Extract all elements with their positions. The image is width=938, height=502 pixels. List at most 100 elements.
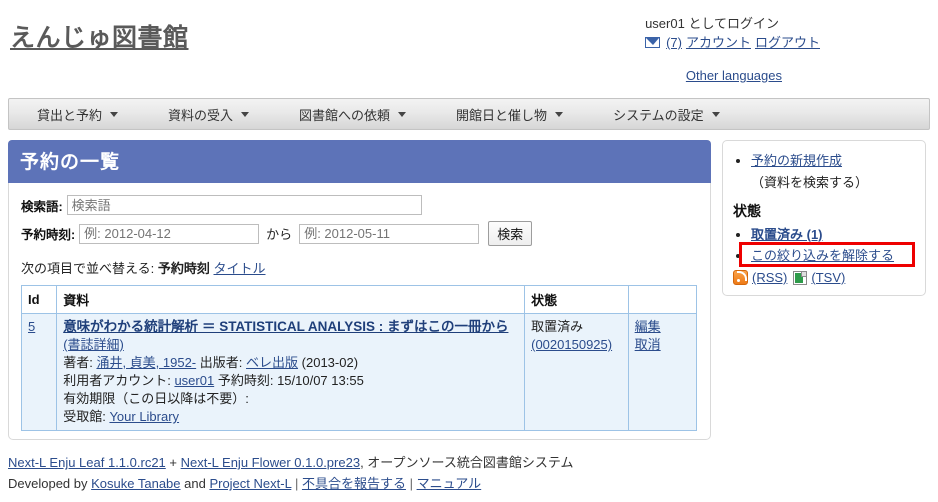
sidebar-item-new-reservation[interactable]: 予約の新規作成	[751, 151, 915, 170]
search-date-row: 予約時刻: から 検索	[21, 221, 698, 246]
account-label: 利用者アカウント:	[63, 373, 171, 388]
state-filter-link[interactable]: 取置済み (1)	[751, 227, 823, 242]
reserved-at-value: 15/10/07 13:55	[277, 373, 364, 388]
nav-item-label: システムの設定	[613, 107, 704, 123]
nav-item-calendar-events[interactable]: 開館日と催し物	[456, 105, 585, 124]
page-body: 予約の一覧 検索語: 予約時刻: から 検索 次の項目で並べ替える: 予約時刻 …	[0, 140, 938, 440]
nav-item-circulation[interactable]: 貸出と予約	[37, 105, 140, 124]
reserved-datetime-label: 予約時刻:	[21, 228, 76, 242]
footer-plus: +	[165, 455, 181, 470]
new-reservation-link[interactable]: 予約の新規作成	[751, 153, 842, 168]
cell-id: 5	[20, 313, 58, 431]
footer-credits-line: Developed by Kosuke Tanabe and Project N…	[8, 473, 928, 494]
clear-filter-link[interactable]: この絞り込みを解除する	[751, 248, 894, 263]
bug-report-link[interactable]: 不具合を報告する	[302, 476, 406, 491]
sort-prefix-label: 次の項目で並べ替える:	[21, 261, 155, 276]
nav-item-system-settings[interactable]: システムの設定	[613, 105, 742, 124]
feed-links-row: (RSS) (TSV)	[733, 270, 915, 285]
chevron-down-icon	[711, 111, 720, 117]
status-badge: 取置済み	[531, 319, 584, 334]
account-link[interactable]: アカウント	[686, 33, 751, 52]
footer-separator: |	[405, 476, 417, 491]
cell-material: 意味がわかる統計解析 ＝ STATISTICAL ANALYSIS : まずはこ…	[56, 313, 526, 431]
footer-and: and	[180, 476, 210, 491]
date-from-input[interactable]	[79, 223, 260, 244]
logout-link[interactable]: ログアウト	[755, 33, 820, 52]
developer-link[interactable]: Kosuke Tanabe	[91, 476, 180, 491]
sort-controls: 次の項目で並べ替える: 予約時刻 タイトル	[9, 252, 710, 285]
search-query-label: 検索語:	[21, 199, 63, 214]
nav-item-label: 資料の受入	[168, 107, 234, 123]
chevron-down-icon	[398, 111, 407, 117]
column-header-material: 資料	[56, 285, 526, 314]
rss-link[interactable]: (RSS)	[752, 270, 787, 285]
edit-link[interactable]: 編集	[635, 318, 690, 336]
author-label: 著者:	[63, 355, 93, 370]
nav-item-label: 開館日と催し物	[456, 107, 548, 123]
enju-flower-link[interactable]: Next-L Enju Flower 0.1.0.pre23	[181, 455, 360, 470]
manual-link[interactable]: マニュアル	[417, 476, 482, 491]
search-form: 検索語: 予約時刻: から 検索	[9, 183, 710, 246]
nav-item-label: 貸出と予約	[37, 107, 103, 123]
table-row: 5 意味がわかる統計解析 ＝ STATISTICAL ANALYSIS : まず…	[20, 313, 698, 431]
cancel-link[interactable]: 取消	[635, 336, 690, 354]
top-header: えんじゅ図書館 user01 としてログイン (7) アカウント ログアウト O…	[0, 0, 938, 98]
material-title-link[interactable]: 意味がわかる統計解析 ＝ STATISTICAL ANALYSIS : まずはこ…	[63, 319, 508, 334]
user-account-link[interactable]: user01	[174, 373, 214, 388]
date-to-input[interactable]	[299, 223, 480, 244]
reservation-id-link[interactable]: 5	[28, 319, 35, 334]
state-code-link[interactable]: (0020150925)	[531, 337, 612, 352]
search-input[interactable]	[66, 195, 422, 215]
material-pickup-line: 受取館: Your Library	[63, 408, 518, 426]
column-header-id: Id	[20, 285, 58, 314]
pickup-library-link[interactable]: Your Library	[109, 409, 179, 424]
login-username: user01	[645, 16, 685, 31]
material-detail-line: (書誌詳細)	[63, 336, 518, 354]
nav-item-label: 図書館への依頼	[299, 107, 391, 123]
user-session-block: user01 としてログイン (7) アカウント ログアウト	[645, 14, 820, 52]
column-header-actions	[627, 285, 698, 314]
pickup-library-label: 受取館:	[63, 409, 106, 424]
material-expire-line: 有効期限（この日以降は不要）:	[63, 390, 518, 408]
nav-item-library-request[interactable]: 図書館への依頼	[299, 105, 428, 124]
tsv-link[interactable]: (TSV)	[811, 270, 845, 285]
chevron-down-icon	[241, 111, 250, 117]
footer-version-line: Next-L Enju Leaf 1.1.0.rc21 + Next-L Enj…	[8, 452, 928, 473]
message-count-link[interactable]: (7)	[666, 33, 682, 52]
sidebar-item-clear-filter[interactable]: この絞り込みを解除する	[739, 242, 915, 267]
envelope-icon	[645, 37, 661, 48]
login-suffix-text: としてログイン	[684, 16, 780, 31]
reservation-list-panel: 予約の一覧 検索語: 予約時刻: から 検索 次の項目で並べ替える: 予約時刻 …	[8, 140, 711, 440]
search-button[interactable]: 検索	[488, 221, 533, 246]
sidebar-item-state-retained[interactable]: 取置済み (1)	[751, 225, 915, 244]
date-range-separator-label: から	[266, 227, 293, 242]
sidebar-state-heading: 状態	[733, 203, 761, 219]
publisher-label: 出版者:	[199, 355, 243, 370]
publisher-link[interactable]: ベレ出版	[246, 355, 298, 370]
author-link[interactable]: 涌井, 貞美, 1952-	[96, 355, 196, 370]
bibliographic-detail-link[interactable]: (書誌詳細)	[63, 337, 124, 352]
search-query-row: 検索語:	[21, 195, 698, 215]
table-header-row: Id 資料 状態	[20, 285, 698, 314]
reserved-at-label: 予約時刻:	[217, 373, 274, 388]
sidebar-panel: 予約の新規作成 （資料を検索する） 状態 取置済み (1) この絞り込みを解除す…	[722, 140, 926, 296]
footer-tagline: , オープンソース統合図書館システム	[360, 455, 574, 470]
material-account-line: 利用者アカウント: user01 予約時刻: 15/10/07 13:55	[63, 372, 518, 390]
chevron-down-icon	[110, 111, 119, 117]
sort-active-reserved-at: 予約時刻	[157, 261, 210, 276]
expire-label: 有効期限（この日以降は不要）:	[63, 391, 249, 406]
site-title-link[interactable]: えんじゅ図書館	[10, 18, 189, 54]
enju-leaf-link[interactable]: Next-L Enju Leaf 1.1.0.rc21	[8, 455, 166, 470]
sort-link-title[interactable]: タイトル	[214, 261, 266, 276]
column-header-state: 状態	[524, 285, 629, 314]
nav-item-acquisition[interactable]: 資料の受入	[168, 105, 271, 124]
reservation-results-table: Id 資料 状態 5 意味がわかる統計解析 ＝ STATISTICAL ANAL…	[20, 285, 698, 431]
page-footer: Next-L Enju Leaf 1.1.0.rc21 + Next-L Enj…	[8, 452, 928, 494]
sidebar-action-list: 予約の新規作成	[733, 151, 915, 170]
project-link[interactable]: Project Next-L	[209, 476, 291, 491]
spreadsheet-icon	[793, 270, 808, 285]
other-languages-link[interactable]: Other languages	[686, 68, 782, 83]
cell-state: 取置済み (0020150925)	[524, 313, 629, 431]
material-author-line: 著者: 涌井, 貞美, 1952- 出版者: ベレ出版 (2013-02)	[63, 354, 518, 372]
login-status-line: user01 としてログイン	[645, 14, 820, 33]
